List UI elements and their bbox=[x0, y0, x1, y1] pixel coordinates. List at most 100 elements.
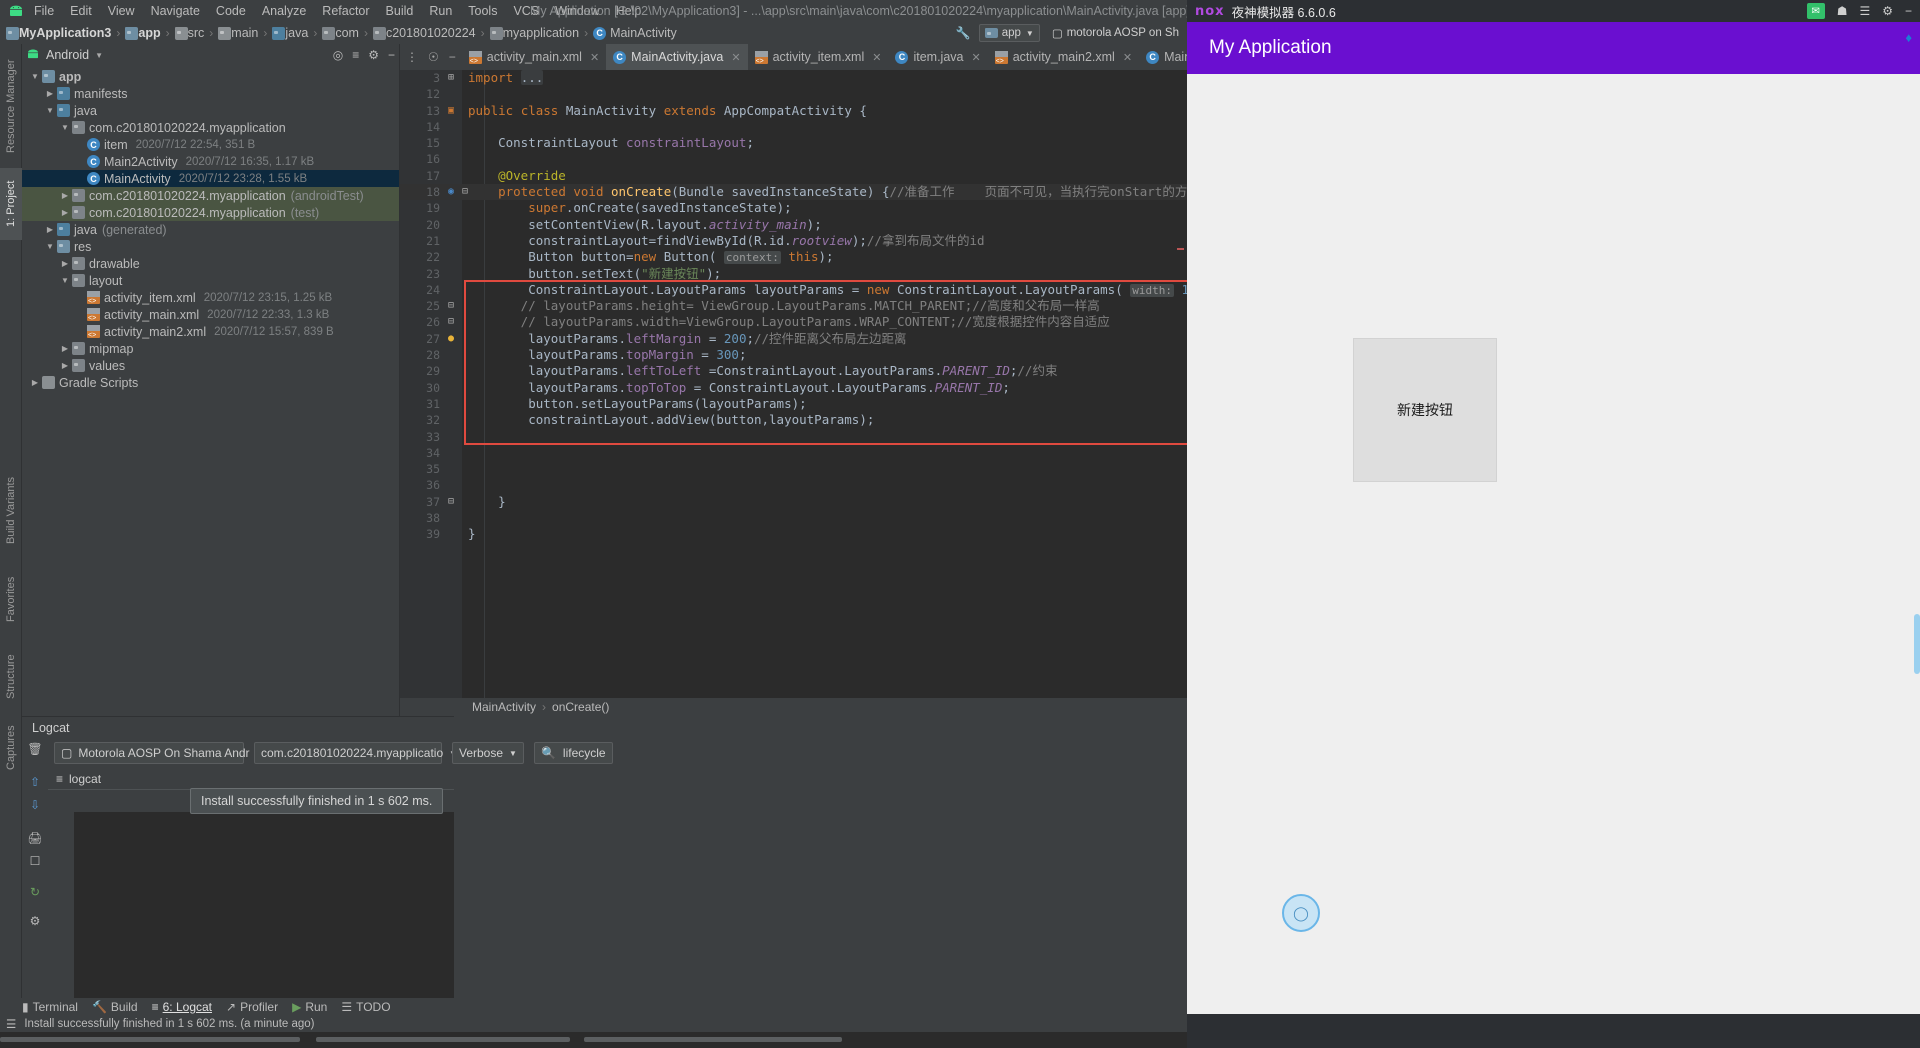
tree-node[interactable]: ▶ drawable bbox=[22, 255, 399, 272]
menu-file[interactable]: File bbox=[26, 0, 62, 22]
logcat-search-input[interactable]: 🔍 lifecycle bbox=[533, 742, 613, 764]
editor-tab[interactable]: C MainActivity.java ✕ bbox=[606, 44, 748, 70]
tree-node[interactable]: ▶ Gradle Scripts bbox=[22, 374, 399, 391]
menu-run[interactable]: Run bbox=[421, 0, 460, 22]
settings-gear-icon[interactable]: ⚙ bbox=[368, 48, 379, 62]
close-icon[interactable]: ✕ bbox=[590, 51, 599, 64]
scroll-down-icon[interactable]: ⇩ bbox=[30, 798, 40, 812]
breadcrumb-src[interactable]: src bbox=[174, 22, 204, 44]
fold-collapse-icon[interactable]: ⊟ bbox=[444, 314, 458, 330]
nox-message-icon[interactable]: ✉ bbox=[1806, 3, 1825, 19]
chevron-right-icon[interactable]: ▶ bbox=[58, 361, 72, 370]
nox-menu-icon[interactable]: ☰ bbox=[1859, 4, 1870, 18]
breadcrumb-app[interactable]: app bbox=[125, 22, 161, 44]
chevron-right-icon[interactable]: ▶ bbox=[28, 378, 42, 387]
fold-collapse-icon[interactable]: ⊟ bbox=[444, 494, 458, 510]
nox-settings-icon[interactable]: ⚙ bbox=[1882, 4, 1893, 18]
breadcrumb-java[interactable]: java bbox=[272, 22, 308, 44]
fold-expand-icon[interactable]: ⊞ bbox=[444, 70, 458, 86]
tree-node[interactable]: C Main2Activity 2020/7/12 16:35, 1.17 kB bbox=[22, 153, 399, 170]
tree-node[interactable]: ▶ com.c201801020224.myapplication (test) bbox=[22, 204, 399, 221]
print-icon[interactable]: 🖨 bbox=[27, 831, 42, 845]
editor-breadcrumb-class[interactable]: MainActivity bbox=[472, 700, 536, 714]
chevron-right-icon[interactable]: ▶ bbox=[58, 259, 72, 268]
close-icon[interactable]: ✕ bbox=[972, 51, 981, 64]
breadcrumb-mainactivity[interactable]: C MainActivity bbox=[593, 22, 677, 44]
chevron-down-icon[interactable]: ▼ bbox=[95, 51, 103, 60]
nox-minimize-icon[interactable]: − bbox=[1905, 4, 1912, 18]
scroll-up-icon[interactable]: ⇧ bbox=[30, 775, 40, 789]
breadcrumb-com[interactable]: com bbox=[322, 22, 359, 44]
override-marker-icon[interactable]: ◉ bbox=[444, 184, 458, 200]
status-toggle-icon[interactable]: ☰ bbox=[6, 1017, 16, 1031]
tool-tab-build-variants[interactable]: Build Variants bbox=[0, 464, 22, 556]
chevron-down-icon[interactable]: ▼ bbox=[28, 72, 42, 81]
locate-icon[interactable]: ◎ bbox=[333, 48, 343, 62]
tree-node[interactable]: ▶ java (generated) bbox=[22, 221, 399, 238]
project-tree[interactable]: ▼ app ▶ manifests ▼ java ▼ com.c201801020224.my… bbox=[22, 66, 399, 716]
menu-build[interactable]: Build bbox=[378, 0, 422, 22]
wrench-icon[interactable]: 🔧 bbox=[956, 26, 971, 40]
tool-tab-structure[interactable]: Structure bbox=[0, 644, 22, 710]
collapse-all-icon[interactable]: ≡ bbox=[352, 48, 359, 62]
chevron-down-icon[interactable]: ▼ bbox=[43, 242, 57, 251]
chevron-down-icon[interactable]: ▼ bbox=[58, 123, 72, 132]
nox-gift-icon[interactable]: ☗ bbox=[1837, 4, 1848, 18]
menu-tools[interactable]: Tools bbox=[460, 0, 505, 22]
chevron-right-icon[interactable]: ▶ bbox=[43, 89, 57, 98]
logcat-device-selector[interactable]: ▢ Motorola AOSP On Shama Andr ▼ bbox=[54, 742, 263, 764]
breadcrumb-project[interactable]: MyApplication3 bbox=[6, 22, 111, 44]
chevron-down-icon[interactable]: ▼ bbox=[43, 106, 57, 115]
chevron-right-icon[interactable]: ▶ bbox=[58, 191, 72, 200]
generated-button[interactable]: 新建按钮 bbox=[1353, 338, 1497, 482]
run-config-selector[interactable]: app ▼ bbox=[978, 24, 1040, 42]
device-selector[interactable]: ▢ motorola AOSP on Sh bbox=[1048, 24, 1183, 42]
fold-collapse-icon[interactable]: ⊟ bbox=[444, 298, 458, 314]
close-icon[interactable]: ✕ bbox=[731, 51, 740, 64]
breadcrumb-main[interactable]: main bbox=[218, 22, 258, 44]
hide-panel-icon[interactable]: − bbox=[388, 48, 395, 62]
editor-breadcrumb-method[interactable]: onCreate() bbox=[552, 700, 609, 714]
editor-tabs[interactable]: activity_main.xml✕CMainActivity.java✕act… bbox=[462, 44, 1288, 70]
emulator-scroll-indicator[interactable] bbox=[1914, 614, 1920, 674]
logcat-process-selector[interactable]: com.c201801020224.myapplicatio ▼ bbox=[254, 742, 457, 764]
chevron-right-icon[interactable]: ▶ bbox=[43, 225, 57, 234]
tree-node[interactable]: activity_main.xml 2020/7/12 22:33, 1.3 kB bbox=[22, 306, 399, 323]
layout-link-icon[interactable]: ▣ bbox=[444, 103, 458, 119]
chevron-right-icon[interactable]: ▶ bbox=[58, 208, 72, 217]
menu-analyze[interactable]: Analyze bbox=[254, 0, 314, 22]
editor-tab[interactable]: activity_main.xml ✕ bbox=[462, 44, 606, 70]
pin-icon[interactable]: ☉ bbox=[428, 50, 439, 64]
tree-node[interactable]: C MainActivity 2020/7/12 23:28, 1.55 kB bbox=[22, 170, 399, 187]
close-icon[interactable]: ✕ bbox=[872, 51, 881, 64]
tool-tab-resource-manager[interactable]: Resource Manager bbox=[0, 48, 22, 164]
chevron-right-icon[interactable]: ▶ bbox=[58, 344, 72, 353]
tree-node[interactable]: activity_item.xml 2020/7/12 23:15, 1.25 k… bbox=[22, 289, 399, 306]
tree-node[interactable]: ▶ values bbox=[22, 357, 399, 374]
tree-node[interactable]: ▼ java bbox=[22, 102, 399, 119]
emulator-screen[interactable]: 新建按钮 ◯ bbox=[1187, 74, 1920, 1014]
chevron-down-icon[interactable]: ▼ bbox=[58, 276, 72, 285]
tree-node[interactable]: ▼ layout bbox=[22, 272, 399, 289]
editor-tab[interactable]: activity_item.xml ✕ bbox=[748, 44, 889, 70]
editor-tab[interactable]: activity_main2.xml ✕ bbox=[988, 44, 1139, 70]
code-area[interactable]: 3 ⊞ import ... 12 13 ▣ public class MainActivi… bbox=[400, 70, 1187, 698]
bottom-tab-terminal[interactable]: ▮ Terminal bbox=[22, 1000, 78, 1014]
screenshot-icon[interactable]: ☐ bbox=[30, 854, 41, 868]
close-icon[interactable]: ✕ bbox=[1123, 51, 1132, 64]
menu-edit[interactable]: Edit bbox=[62, 0, 100, 22]
tree-node[interactable]: Citem 2020/7/12 22:54, 351 B bbox=[22, 136, 399, 153]
bottom-tab-logcat[interactable]: ≡ 6: Logcat bbox=[152, 1000, 212, 1014]
breadcrumb-myapplication[interactable]: myapplication bbox=[489, 22, 579, 44]
logcat-level-selector[interactable]: Verbose ▼ bbox=[452, 742, 524, 764]
menu-refactor[interactable]: Refactor bbox=[314, 0, 377, 22]
settings-icon[interactable]: ⚙ bbox=[30, 914, 41, 928]
tree-node[interactable]: ▼ app bbox=[22, 68, 399, 85]
tree-node[interactable]: ▶ manifests bbox=[22, 85, 399, 102]
menu-view[interactable]: View bbox=[100, 0, 143, 22]
intention-bulb-icon[interactable]: ● bbox=[444, 331, 458, 347]
minimize-icon[interactable]: − bbox=[449, 50, 456, 64]
breadcrumb-package[interactable]: c201801020224 bbox=[372, 22, 476, 44]
split-icon[interactable]: ⋮ bbox=[406, 50, 418, 64]
menu-navigate[interactable]: Navigate bbox=[143, 0, 208, 22]
